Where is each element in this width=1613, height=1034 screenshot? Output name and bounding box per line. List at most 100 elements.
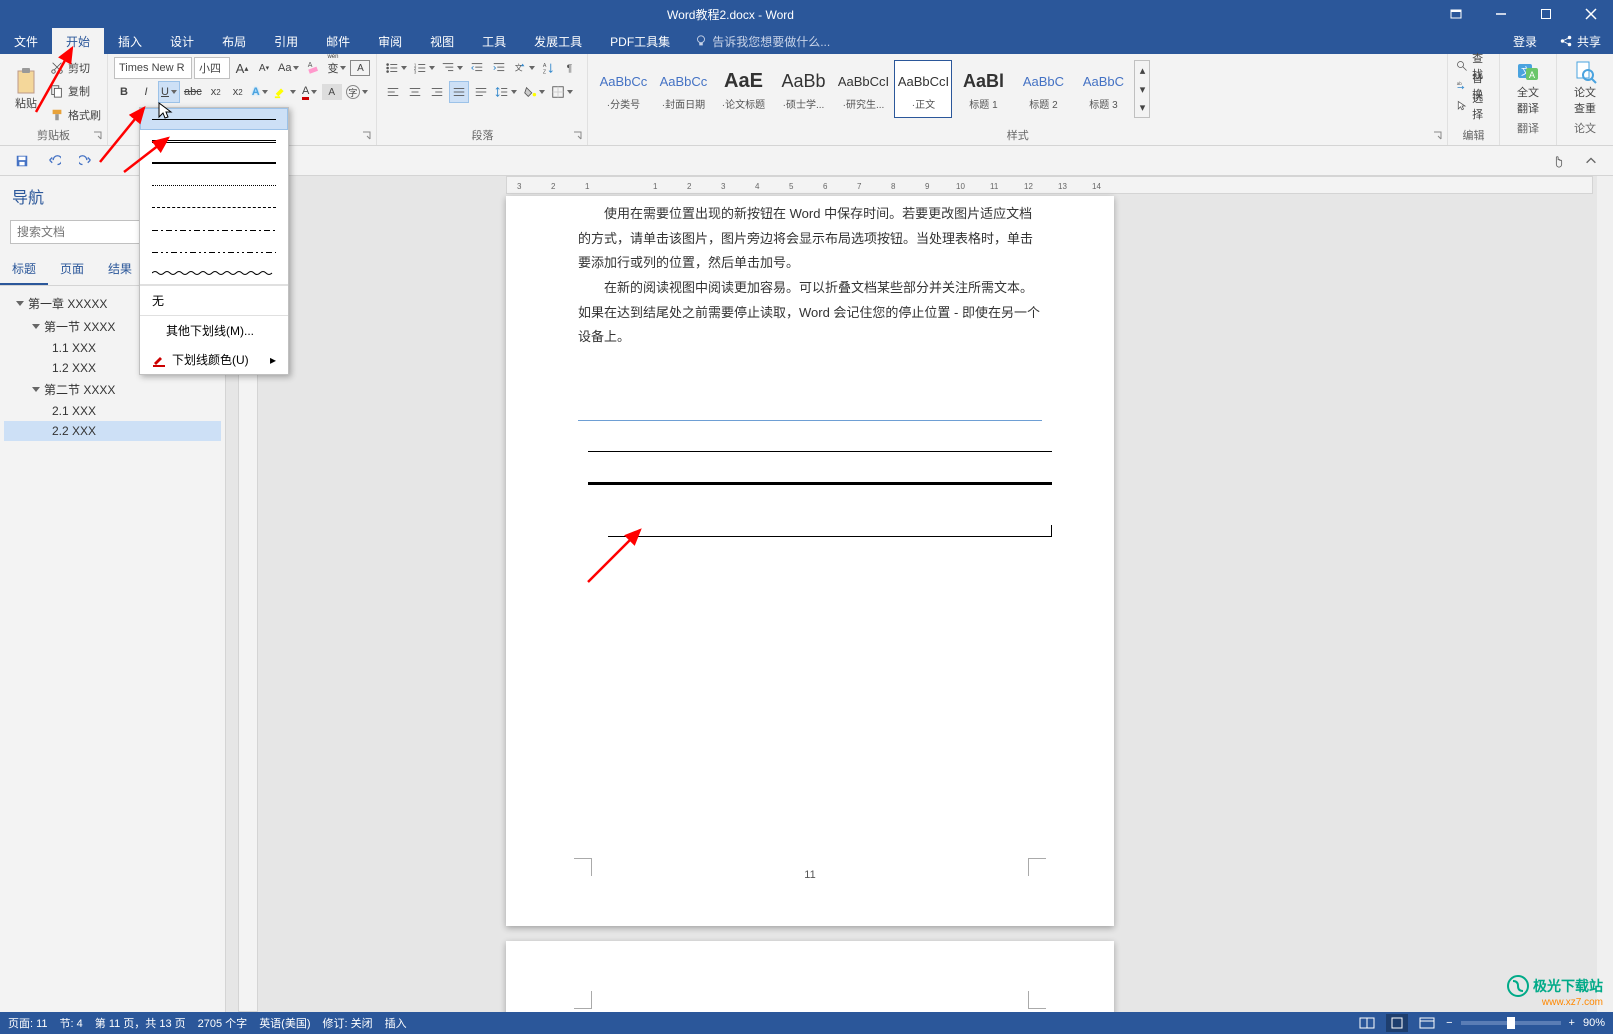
login-button[interactable]: 登录 xyxy=(1505,33,1545,50)
share-button[interactable]: 共享 xyxy=(1551,33,1609,50)
format-painter-button[interactable]: 格式刷 xyxy=(50,105,101,125)
character-shading-button[interactable]: A xyxy=(322,84,342,100)
underline-style-dot-dot-dash[interactable] xyxy=(140,240,288,262)
tab-view[interactable]: 视图 xyxy=(416,28,468,54)
zoom-in-button[interactable]: + xyxy=(1569,1017,1575,1029)
plagiarism-check-button[interactable]: 论文 查重 xyxy=(1563,56,1607,120)
zoom-slider[interactable] xyxy=(1461,1021,1561,1025)
redo-button[interactable] xyxy=(74,149,98,173)
underline-style-dashed[interactable] xyxy=(140,196,288,218)
styles-scroll[interactable]: ▴ ▾ ▾ xyxy=(1134,60,1150,118)
tell-me-box[interactable]: 告诉我您想要做什么... xyxy=(684,28,1505,54)
zoom-out-button[interactable]: − xyxy=(1446,1017,1452,1029)
styles-expand[interactable]: ▾ xyxy=(1135,98,1149,117)
tab-design[interactable]: 设计 xyxy=(156,28,208,54)
nav-tab-pages[interactable]: 页面 xyxy=(48,254,96,285)
underline-none[interactable]: 无 xyxy=(140,285,288,315)
tab-insert[interactable]: 插入 xyxy=(104,28,156,54)
save-button[interactable] xyxy=(10,149,34,173)
tab-references[interactable]: 引用 xyxy=(260,28,312,54)
document-page-2[interactable] xyxy=(506,941,1114,1012)
underline-style-thick[interactable] xyxy=(140,152,288,174)
bullets-button[interactable] xyxy=(383,57,409,79)
font-name-combo[interactable]: Times New R xyxy=(114,57,192,79)
align-right-button[interactable] xyxy=(427,81,447,103)
close-button[interactable] xyxy=(1568,0,1613,28)
clipboard-launcher[interactable] xyxy=(93,131,105,143)
touch-mode-button[interactable] xyxy=(1547,149,1571,173)
borders-button[interactable] xyxy=(549,81,575,103)
font-size-combo[interactable]: 小四 xyxy=(194,57,230,79)
style-item-5[interactable]: AaBbCcI·正文 xyxy=(894,60,952,118)
subscript-button[interactable]: x2 xyxy=(206,81,226,103)
paste-button[interactable]: 粘贴 xyxy=(6,56,46,122)
font-launcher[interactable] xyxy=(362,131,374,143)
italic-button[interactable]: I xyxy=(136,81,156,103)
tab-pdftools[interactable]: PDF工具集 xyxy=(596,28,684,54)
underline-style-double[interactable] xyxy=(140,130,288,152)
tab-review[interactable]: 审阅 xyxy=(364,28,416,54)
sort-button[interactable]: AZ xyxy=(539,57,559,79)
nav-item-sec2[interactable]: 第二节 XXXX xyxy=(4,378,221,401)
styles-scroll-up[interactable]: ▴ xyxy=(1135,61,1149,80)
underline-color[interactable]: 下划线颜色(U) ▸ xyxy=(140,345,288,374)
style-item-8[interactable]: AaBbC标题 3 xyxy=(1074,60,1132,118)
style-item-0[interactable]: AaBbCc·分类号 xyxy=(594,60,652,118)
translate-button[interactable]: 文A 全文 翻译 xyxy=(1506,56,1550,120)
zoom-percent[interactable]: 90% xyxy=(1583,1017,1605,1029)
underline-style-dot-dash[interactable] xyxy=(140,218,288,240)
document-page-1[interactable]: 缩进使用在需要位置出现的新按钮在 Word 中保存时间。若要更改图片适应文档的方… xyxy=(506,196,1114,926)
clear-formatting-button[interactable]: A xyxy=(303,57,323,79)
status-language[interactable]: 英语(美国) xyxy=(259,1015,310,1031)
highlight-button[interactable] xyxy=(272,81,298,103)
numbering-button[interactable]: 123 xyxy=(411,57,437,79)
view-web-layout-button[interactable] xyxy=(1416,1014,1438,1032)
increase-indent-button[interactable] xyxy=(489,57,509,79)
tab-mailings[interactable]: 邮件 xyxy=(312,28,364,54)
view-print-layout-button[interactable] xyxy=(1386,1014,1408,1032)
nav-tab-results[interactable]: 结果 xyxy=(96,254,144,285)
style-item-1[interactable]: AaBbCc·封面日期 xyxy=(654,60,712,118)
underline-style-wave[interactable] xyxy=(140,262,288,284)
status-section[interactable]: 节: 4 xyxy=(60,1015,83,1031)
decrease-indent-button[interactable] xyxy=(467,57,487,79)
align-left-button[interactable] xyxy=(383,81,403,103)
tab-layout[interactable]: 布局 xyxy=(208,28,260,54)
status-page[interactable]: 页面: 11 xyxy=(8,1015,48,1031)
align-center-button[interactable] xyxy=(405,81,425,103)
tab-tools[interactable]: 工具 xyxy=(468,28,520,54)
distribute-button[interactable] xyxy=(471,81,491,103)
minimize-button[interactable] xyxy=(1478,0,1523,28)
undo-button[interactable] xyxy=(42,149,66,173)
enclose-characters-button[interactable]: 字 xyxy=(344,81,370,103)
shading-button[interactable] xyxy=(521,81,547,103)
character-border-button[interactable]: A xyxy=(350,60,370,76)
nav-item-2-2[interactable]: 2.2 XXX xyxy=(4,421,221,441)
shrink-font-button[interactable]: A▾ xyxy=(254,57,274,79)
style-item-2[interactable]: AaE·论文标题 xyxy=(714,60,772,118)
styles-scroll-down[interactable]: ▾ xyxy=(1135,80,1149,99)
style-item-6[interactable]: AaBl标题 1 xyxy=(954,60,1012,118)
zoom-thumb[interactable] xyxy=(1507,1017,1515,1029)
style-item-3[interactable]: AaBb·硕士学... xyxy=(774,60,832,118)
tab-file[interactable]: 文件 xyxy=(0,28,52,54)
nav-tab-headings[interactable]: 标题 xyxy=(0,254,48,285)
tab-devtools[interactable]: 发展工具 xyxy=(520,28,596,54)
phonetic-guide-button[interactable]: 变wén xyxy=(325,57,348,79)
view-read-mode-button[interactable] xyxy=(1356,1014,1378,1032)
superscript-button[interactable]: x2 xyxy=(228,81,248,103)
show-marks-button[interactable]: ¶ xyxy=(561,57,581,79)
font-color-button[interactable]: A xyxy=(300,81,320,103)
underline-style-dotted[interactable] xyxy=(140,174,288,196)
style-item-7[interactable]: AaBbC标题 2 xyxy=(1014,60,1072,118)
underline-more[interactable]: 其他下划线(M)... xyxy=(140,316,288,345)
copy-button[interactable]: 复制 xyxy=(50,81,101,101)
underline-button[interactable]: U xyxy=(158,81,180,103)
collapse-ribbon-button[interactable] xyxy=(1579,149,1603,173)
status-track-changes[interactable]: 修订: 关闭 xyxy=(323,1015,373,1031)
vertical-scrollbar[interactable] xyxy=(1597,176,1613,1012)
maximize-button[interactable] xyxy=(1523,0,1568,28)
status-insert-mode[interactable]: 插入 xyxy=(385,1015,407,1031)
status-page-of[interactable]: 第 11 页，共 13 页 xyxy=(95,1015,186,1031)
strikethrough-button[interactable]: abc xyxy=(182,81,204,103)
